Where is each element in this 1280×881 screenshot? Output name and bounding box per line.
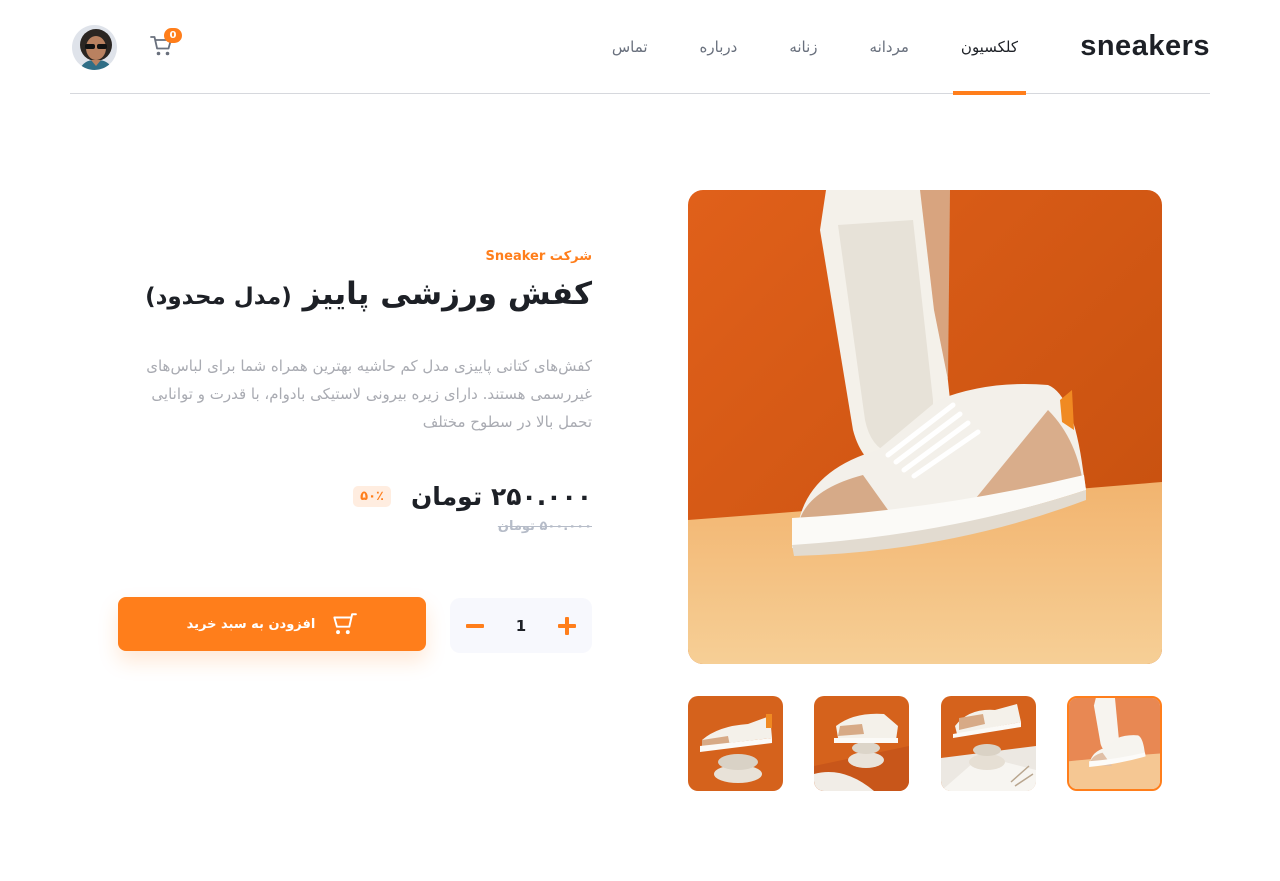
minus-icon [466, 623, 484, 628]
main-nav: کلکسیون مردانه زنانه درباره تماس [568, 0, 1027, 95]
product-info: شرکت Sneaker کفش ورزشی پاییز (مدل محدود)… [118, 246, 592, 534]
thumbnail-1[interactable] [1067, 696, 1162, 791]
original-price: ۵۰۰.۰۰۰ تومان [497, 518, 592, 534]
avatar-image [72, 25, 117, 70]
site-header: sneakers کلکسیون مردانه زنانه درباره تما… [70, 0, 1210, 95]
quantity-stepper: 1 [450, 598, 592, 653]
nav-item-about[interactable]: درباره [692, 0, 746, 94]
nav-item-women[interactable]: زنانه [781, 0, 825, 94]
decrease-quantity-button[interactable] [450, 598, 500, 653]
product-main-image[interactable] [688, 190, 1162, 664]
discount-badge: ۵۰٪ [353, 485, 391, 507]
nav-item-collections[interactable]: کلکسیون [952, 0, 1027, 95]
sneaker-photo [688, 190, 1162, 664]
thumbnail-3[interactable] [814, 696, 909, 791]
product-description: کفش‌های کتانی پاییزی مدل کم حاشیه بهترین… [146, 356, 592, 431]
nav-item-contact[interactable]: تماس [604, 0, 656, 94]
thumbnail-4[interactable] [688, 696, 783, 791]
quantity-value[interactable]: 1 [500, 598, 542, 653]
product-title: کفش ورزشی پاییز (مدل محدود) [118, 274, 592, 316]
cart-icon [333, 613, 358, 635]
thumbnail-image [1069, 698, 1160, 789]
increase-quantity-button[interactable] [542, 598, 592, 653]
thumbnail-image [814, 696, 909, 791]
product-title-suffix: (مدل محدود) [145, 284, 292, 310]
logo[interactable]: sneakers [1080, 30, 1210, 63]
thumbnail-2[interactable] [941, 696, 1036, 791]
cart-count-badge: 0 [164, 28, 182, 43]
product-title-main: کفش ورزشی پاییز [302, 276, 592, 312]
price-row: ۲۵۰.۰۰۰ تومان ۵۰٪ [118, 482, 592, 511]
nav-item-men[interactable]: مردانه [862, 0, 917, 94]
user-avatar[interactable] [70, 23, 119, 72]
company-name: شرکت Sneaker [485, 249, 592, 264]
plus-icon [558, 616, 576, 635]
cart-button[interactable]: 0 [150, 28, 182, 61]
add-to-cart-button[interactable]: افزودن به سبد خرید [118, 597, 426, 651]
current-price: ۲۵۰.۰۰۰ تومان [410, 481, 592, 511]
thumbnail-image [941, 696, 1036, 791]
thumbnail-image [688, 696, 783, 791]
add-to-cart-label: افزودن به سبد خرید [186, 616, 316, 632]
thumbnail-strip [688, 696, 1162, 791]
